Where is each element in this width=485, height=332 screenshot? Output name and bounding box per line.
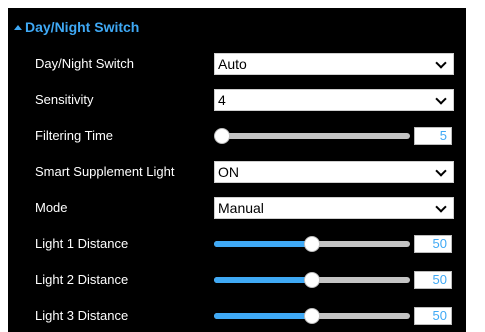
slider-track[interactable] bbox=[214, 133, 410, 139]
row-light-2-distance: Light 2 Distance 50 bbox=[8, 266, 466, 294]
filtering-time-slider[interactable] bbox=[214, 122, 410, 150]
sensitivity-label: Sensitivity bbox=[35, 92, 94, 107]
row-light-1-distance: Light 1 Distance 50 bbox=[8, 230, 466, 258]
light-3-distance-label: Light 3 Distance bbox=[35, 308, 129, 323]
day-night-panel: Day/Night Switch Day/Night Switch Auto S… bbox=[8, 8, 466, 332]
smart-supplement-light-select[interactable]: ON bbox=[214, 161, 454, 183]
mode-value: Manual bbox=[218, 200, 264, 216]
light-1-distance-label: Light 1 Distance bbox=[35, 236, 129, 251]
day-night-switch-value: Auto bbox=[218, 56, 247, 72]
chevron-down-icon bbox=[435, 93, 447, 105]
mode-label: Mode bbox=[35, 200, 68, 215]
slider-fill bbox=[214, 241, 312, 247]
section-header[interactable]: Day/Night Switch bbox=[14, 16, 139, 38]
row-mode: Mode Manual bbox=[8, 194, 466, 222]
slider-thumb[interactable] bbox=[304, 272, 320, 288]
light-3-distance-slider[interactable] bbox=[214, 302, 410, 330]
mode-select[interactable]: Manual bbox=[214, 197, 454, 219]
caret-up-icon[interactable] bbox=[14, 25, 22, 30]
slider-thumb[interactable] bbox=[214, 128, 230, 144]
light-2-distance-slider[interactable] bbox=[214, 266, 410, 294]
sensitivity-select[interactable]: 4 bbox=[214, 89, 454, 111]
chevron-down-icon bbox=[435, 165, 447, 177]
chevron-down-icon bbox=[435, 57, 447, 69]
chevron-down-icon bbox=[435, 201, 447, 213]
slider-thumb[interactable] bbox=[304, 308, 320, 324]
row-light-3-distance: Light 3 Distance 50 bbox=[8, 302, 466, 330]
row-day-night-switch: Day/Night Switch Auto bbox=[8, 50, 466, 78]
smart-supplement-light-label: Smart Supplement Light bbox=[35, 164, 175, 179]
row-smart-supplement-light: Smart Supplement Light ON bbox=[8, 158, 466, 186]
light-2-distance-label: Light 2 Distance bbox=[35, 272, 129, 287]
slider-fill bbox=[214, 277, 312, 283]
row-filtering-time: Filtering Time 5 bbox=[8, 122, 466, 150]
day-night-switch-select[interactable]: Auto bbox=[214, 53, 454, 75]
sensitivity-value: 4 bbox=[218, 92, 226, 108]
row-sensitivity: Sensitivity 4 bbox=[8, 86, 466, 114]
slider-fill bbox=[214, 313, 312, 319]
slider-thumb[interactable] bbox=[304, 236, 320, 252]
light-1-distance-value-input[interactable]: 50 bbox=[414, 235, 452, 253]
light-3-distance-value-input[interactable]: 50 bbox=[414, 307, 452, 325]
section-title: Day/Night Switch bbox=[25, 19, 140, 35]
filtering-time-label: Filtering Time bbox=[35, 128, 114, 143]
smart-supplement-light-value: ON bbox=[218, 164, 239, 180]
filtering-time-value-input[interactable]: 5 bbox=[414, 127, 452, 145]
light-1-distance-slider[interactable] bbox=[214, 230, 410, 258]
light-2-distance-value-input[interactable]: 50 bbox=[414, 271, 452, 289]
day-night-switch-label: Day/Night Switch bbox=[35, 56, 134, 71]
